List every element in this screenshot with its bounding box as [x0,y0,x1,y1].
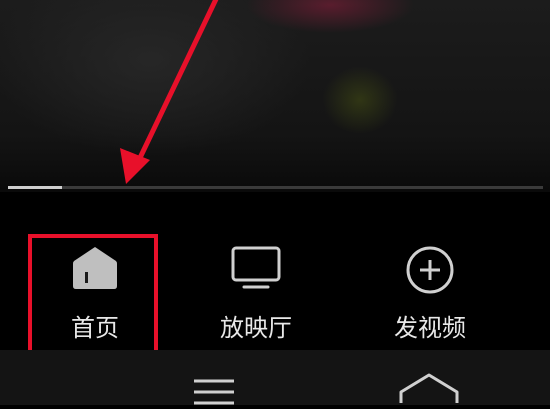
menu-icon[interactable] [192,378,236,409]
tv-icon [230,245,282,295]
tab-post-video[interactable]: 发视频 [365,245,495,345]
tab-cinema[interactable]: 放映厅 [191,245,321,345]
home-outline-icon[interactable] [398,372,460,409]
plus-circle-icon [404,245,456,301]
tab-post-video-label: 发视频 [394,314,466,342]
tab-cinema-label: 放映厅 [220,314,292,342]
system-nav-bar [0,350,550,405]
